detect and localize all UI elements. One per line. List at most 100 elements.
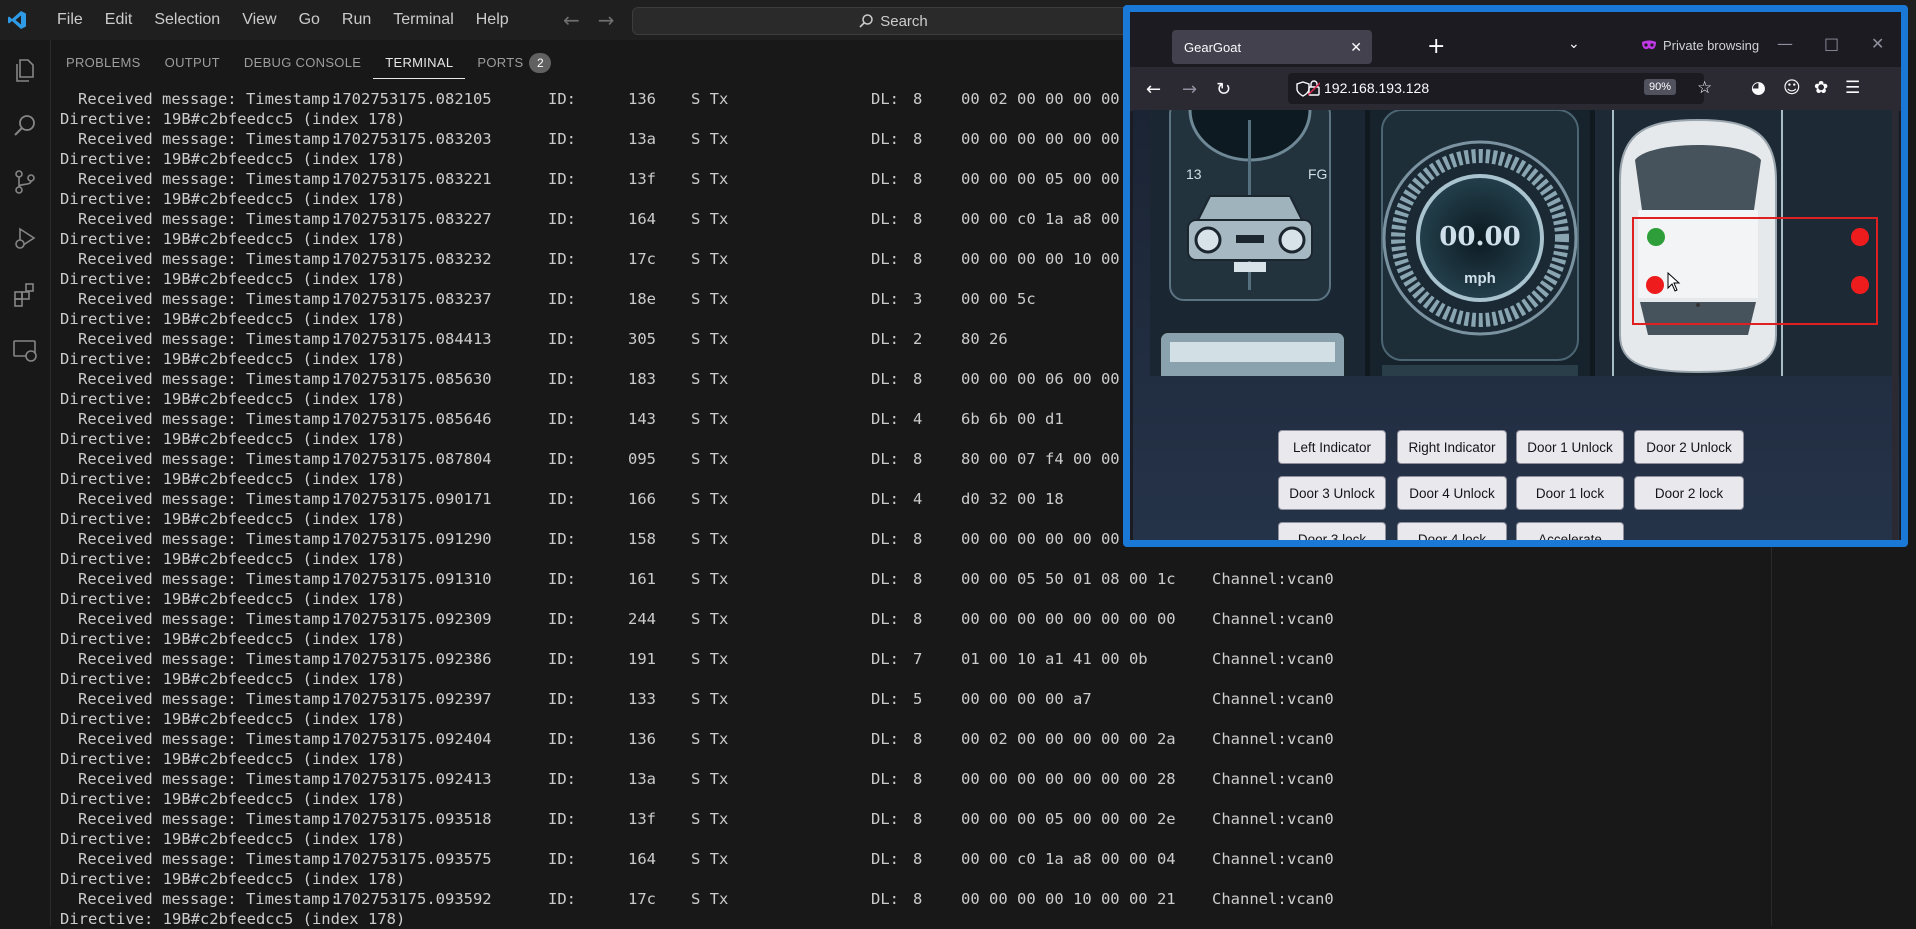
message-dl-label: DL: bbox=[871, 850, 899, 868]
message-dl: 8 bbox=[913, 570, 923, 588]
door-3-unlock-button[interactable]: Door 3 Unlock bbox=[1278, 476, 1386, 510]
message-id: 164 bbox=[628, 850, 656, 868]
message-id: 164 bbox=[628, 210, 656, 228]
message-id: 13a bbox=[628, 130, 656, 148]
message-direction: S Tx bbox=[691, 850, 729, 868]
browser-forward-icon[interactable]: → bbox=[1182, 79, 1197, 100]
vscode-logo-icon[interactable] bbox=[0, 0, 34, 40]
message-id-label: ID: bbox=[548, 90, 576, 108]
door-4-unlock-button[interactable]: Door 4 Unlock bbox=[1397, 476, 1507, 510]
tab-ports[interactable]: PORTS 2 bbox=[465, 48, 563, 78]
zoom-level-badge[interactable]: 90% bbox=[1644, 79, 1677, 95]
message-direction: S Tx bbox=[691, 530, 729, 548]
terminal-directive-line: Directive: 19B#c2bfeedcc5 (index 178) bbox=[60, 670, 406, 688]
right-indicator-button[interactable]: Right Indicator bbox=[1397, 430, 1507, 464]
message-timestamp: 1702753175.091290 bbox=[333, 530, 492, 548]
door-2-unlock-button[interactable]: Door 2 Unlock bbox=[1634, 430, 1744, 464]
message-id-label: ID: bbox=[548, 570, 576, 588]
message-id-label: ID: bbox=[548, 490, 576, 508]
close-tab-icon[interactable]: ✕ bbox=[1350, 39, 1362, 56]
tab-debug-console[interactable]: DEBUG CONSOLE bbox=[232, 48, 373, 78]
menu-go[interactable]: Go bbox=[288, 0, 331, 40]
message-dl: 8 bbox=[913, 530, 923, 548]
message-id: 18e bbox=[628, 290, 656, 308]
browser-tab[interactable]: GearGoat ✕ bbox=[1172, 30, 1372, 64]
reload-icon[interactable]: ↻ bbox=[1216, 79, 1231, 100]
message-dl-label: DL: bbox=[871, 170, 899, 188]
message-id: 13f bbox=[628, 170, 656, 188]
menu-edit[interactable]: Edit bbox=[94, 0, 144, 40]
extensions-icon[interactable] bbox=[0, 266, 50, 322]
message-channel-label: Channel: bbox=[1212, 770, 1287, 788]
message-prefix: Received message: Timestamp: bbox=[78, 130, 340, 148]
message-prefix: Received message: Timestamp: bbox=[78, 610, 340, 628]
pocket-icon[interactable]: ◕ bbox=[1751, 78, 1766, 98]
tab-problems[interactable]: PROBLEMS bbox=[54, 48, 153, 78]
source-control-icon[interactable] bbox=[0, 154, 50, 210]
menu-selection[interactable]: Selection bbox=[143, 0, 231, 40]
search-icon[interactable] bbox=[0, 98, 50, 154]
private-mask-icon bbox=[1642, 40, 1656, 49]
message-dl-label: DL: bbox=[871, 370, 899, 388]
page-scrollbar[interactable] bbox=[1892, 110, 1898, 540]
message-dl: 3 bbox=[913, 290, 923, 308]
message-direction: S Tx bbox=[691, 690, 729, 708]
minimize-icon[interactable]: — bbox=[1777, 34, 1793, 53]
message-prefix: Received message: Timestamp: bbox=[78, 810, 340, 828]
list-tabs-chevron-icon[interactable]: ⌄ bbox=[1568, 36, 1580, 52]
account-icon[interactable]: ☺ bbox=[1783, 78, 1801, 98]
extensions-puzzle-icon[interactable]: ✿ bbox=[1814, 78, 1828, 98]
message-prefix: Received message: Timestamp: bbox=[78, 650, 340, 668]
terminal-directive-line: Directive: 19B#c2bfeedcc5 (index 178) bbox=[60, 550, 406, 568]
geargoat-page: 00.00 mph 13 FG Left Indicator Right Ind… bbox=[1133, 110, 1899, 540]
close-window-icon[interactable]: ✕ bbox=[1871, 34, 1884, 53]
message-id: 305 bbox=[628, 330, 656, 348]
message-dl-label: DL: bbox=[871, 530, 899, 548]
door-1-lock-button[interactable]: Door 1 lock bbox=[1516, 476, 1624, 510]
run-debug-icon[interactable] bbox=[0, 210, 50, 266]
door-status-highlight bbox=[1632, 217, 1878, 325]
terminal-message-line: Received message: Timestamp: 1702753175.0… bbox=[78, 689, 1758, 709]
message-dl-label: DL: bbox=[871, 250, 899, 268]
maximize-icon[interactable]: □ bbox=[1824, 34, 1839, 53]
left-indicator-button[interactable]: Left Indicator bbox=[1278, 430, 1386, 464]
message-id-label: ID: bbox=[548, 610, 576, 628]
command-center-search[interactable]: Search bbox=[632, 7, 1154, 35]
tab-terminal[interactable]: TERMINAL bbox=[373, 48, 466, 79]
message-timestamp: 1702753175.083232 bbox=[333, 250, 492, 268]
menu-file[interactable]: File bbox=[46, 0, 94, 40]
accelerate-button[interactable]: Accelerate bbox=[1516, 522, 1624, 540]
terminal-directive-line: Directive: 19B#c2bfeedcc5 (index 178) bbox=[60, 590, 406, 608]
menu-view[interactable]: View bbox=[231, 0, 287, 40]
message-data: 00 00 c0 1a a8 00 00 04 bbox=[961, 850, 1176, 868]
terminal-directive-line: Directive: 19B#c2bfeedcc5 (index 178) bbox=[60, 830, 406, 848]
message-dl: 7 bbox=[913, 650, 923, 668]
forward-arrow-icon[interactable]: → bbox=[598, 8, 615, 32]
remote-explorer-icon[interactable] bbox=[0, 322, 50, 378]
terminal-directive-line: Directive: 19B#c2bfeedcc5 (index 178) bbox=[60, 910, 406, 928]
bookmark-star-icon[interactable]: ☆ bbox=[1697, 78, 1712, 98]
browser-back-icon[interactable]: ← bbox=[1146, 79, 1161, 100]
message-dl: 8 bbox=[913, 810, 923, 828]
door-1-unlock-button[interactable]: Door 1 Unlock bbox=[1516, 430, 1624, 464]
message-dl-label: DL: bbox=[871, 410, 899, 428]
new-tab-icon[interactable]: + bbox=[1427, 34, 1445, 59]
back-arrow-icon[interactable]: ← bbox=[563, 8, 580, 32]
message-channel: vcan0 bbox=[1287, 570, 1334, 588]
menu-terminal[interactable]: Terminal bbox=[382, 0, 464, 40]
door-2-lock-button[interactable]: Door 2 lock bbox=[1634, 476, 1744, 510]
menu-run[interactable]: Run bbox=[331, 0, 382, 40]
door-3-lock-button[interactable]: Door 3 lock bbox=[1278, 522, 1386, 540]
message-channel: vcan0 bbox=[1287, 890, 1334, 908]
door-4-lock-button[interactable]: Door 4 lock bbox=[1397, 522, 1507, 540]
menu-hamburger-icon[interactable]: ☰ bbox=[1845, 78, 1860, 98]
insecure-lock-icon[interactable] bbox=[1308, 80, 1320, 96]
message-timestamp: 1702753175.093592 bbox=[333, 890, 492, 908]
message-direction: S Tx bbox=[691, 450, 729, 468]
menu-help[interactable]: Help bbox=[465, 0, 520, 40]
message-timestamp: 1702753175.085630 bbox=[333, 370, 492, 388]
message-timestamp: 1702753175.090171 bbox=[333, 490, 492, 508]
tab-output[interactable]: OUTPUT bbox=[153, 48, 232, 78]
message-channel-label: Channel: bbox=[1212, 650, 1287, 668]
explorer-icon[interactable] bbox=[0, 42, 50, 98]
